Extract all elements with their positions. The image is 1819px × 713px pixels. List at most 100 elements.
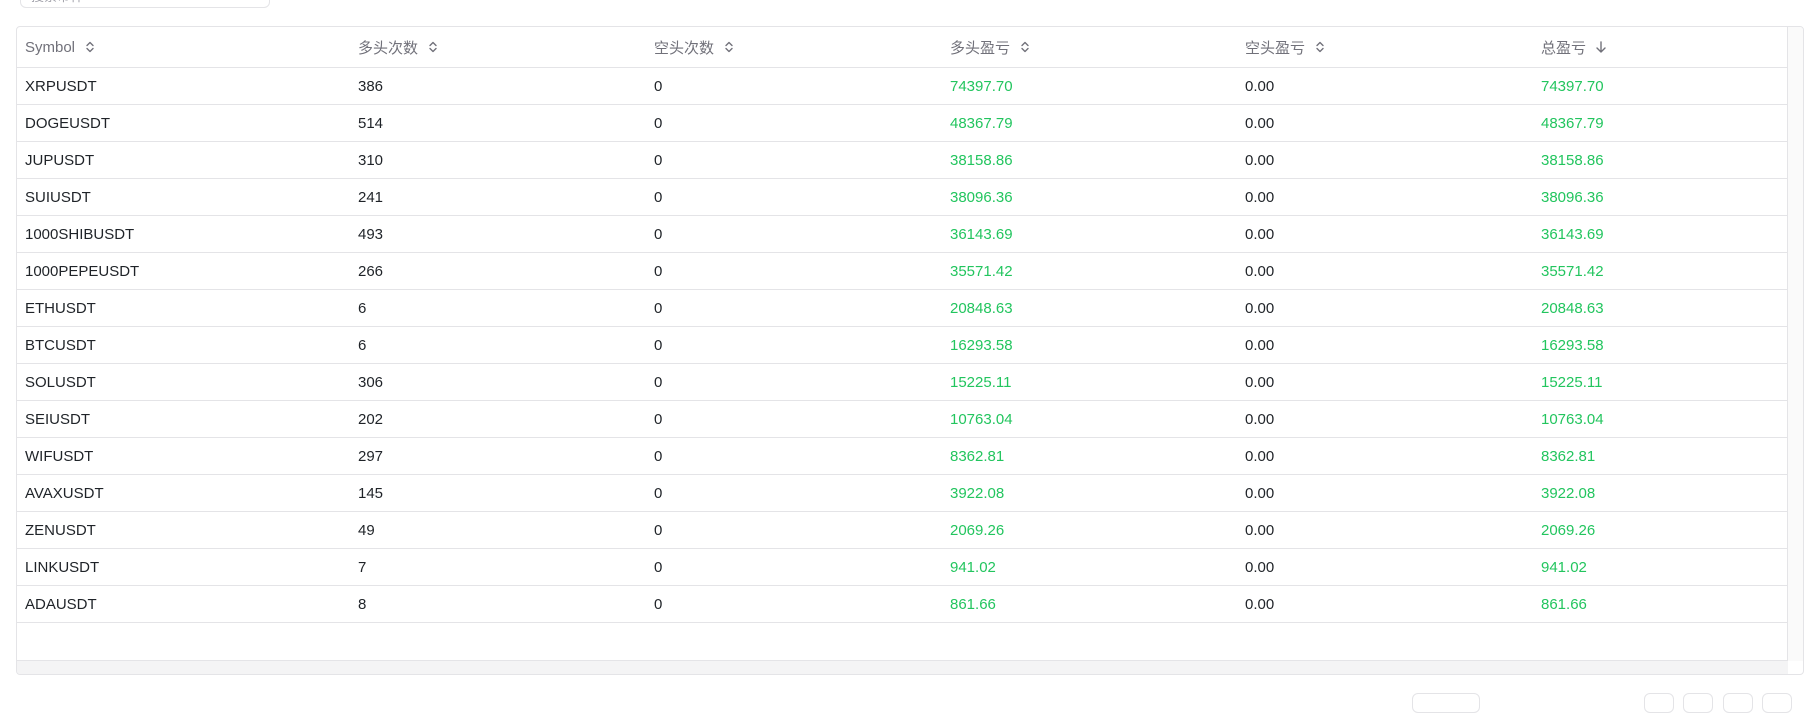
column-header-content[interactable]: 多头盈亏 [950, 37, 1032, 58]
long-count-cell: 202 [350, 400, 646, 438]
short-count-cell: 0 [646, 326, 942, 364]
sort-unsorted-icon[interactable] [722, 40, 736, 54]
column-header-long-pnl[interactable]: 多头盈亏 [942, 27, 1237, 68]
total-pnl-cell: 10763.04 [1533, 400, 1787, 438]
sort-unsorted-icon[interactable] [1018, 40, 1032, 54]
total-pnl-cell: 20848.63 [1533, 289, 1787, 327]
short-pnl-cell: 0.00 [1237, 548, 1533, 586]
total-pnl-cell: 48367.79 [1533, 104, 1787, 142]
table-viewport: Symbol 多头次数 空头次数 多头盈亏 空头盈亏 总盈亏 XRPUSDT 386 0 743… [17, 27, 1788, 661]
column-header-symbol[interactable]: Symbol [17, 27, 350, 68]
long-pnl-cell: 8362.81 [942, 437, 1237, 475]
total-pnl-cell: 38096.36 [1533, 178, 1787, 216]
sort-unsorted-icon[interactable] [426, 40, 440, 54]
short-pnl-cell: 0.00 [1237, 437, 1533, 475]
column-header-label: 空头盈亏 [1245, 39, 1306, 57]
long-pnl-cell: 36143.69 [942, 215, 1237, 253]
short-pnl-cell: 0.00 [1237, 474, 1533, 512]
long-pnl-cell: 861.66 [942, 585, 1237, 623]
symbol-cell: AVAXUSDT [17, 474, 350, 512]
sort-unsorted-icon[interactable] [1313, 40, 1327, 54]
prev-page-button[interactable] [1683, 693, 1713, 713]
short-pnl-cell: 0.00 [1237, 252, 1533, 290]
column-header-label: 总盈亏 [1541, 39, 1587, 57]
first-page-button[interactable] [1644, 693, 1674, 713]
table-row[interactable]: WIFUSDT 297 0 8362.81 0.00 8362.81 [17, 437, 1787, 475]
symbol-cell: BTCUSDT [17, 326, 350, 364]
symbol-cell: 1000PEPEUSDT [17, 252, 350, 290]
long-count-cell: 6 [350, 326, 646, 364]
short-count-cell: 0 [646, 548, 942, 586]
column-header-content[interactable]: 空头盈亏 [1245, 37, 1327, 58]
horizontal-scrollbar[interactable] [17, 661, 1788, 674]
total-pnl-cell: 3922.08 [1533, 474, 1787, 512]
search-input[interactable]: 搜索币种 [20, 0, 270, 8]
short-pnl-cell: 0.00 [1237, 400, 1533, 438]
table-row[interactable]: ADAUSDT 8 0 861.66 0.00 861.66 [17, 585, 1787, 623]
page-size-select[interactable] [1412, 693, 1480, 713]
total-pnl-cell: 36143.69 [1533, 215, 1787, 253]
symbol-cell: ADAUSDT [17, 585, 350, 623]
long-pnl-cell: 941.02 [942, 548, 1237, 586]
next-page-button[interactable] [1723, 693, 1753, 713]
column-header-short-count[interactable]: 空头次数 [646, 27, 942, 68]
long-pnl-cell: 10763.04 [942, 400, 1237, 438]
table-row[interactable]: SEIUSDT 202 0 10763.04 0.00 10763.04 [17, 400, 1787, 438]
table-row[interactable]: XRPUSDT 386 0 74397.70 0.00 74397.70 [17, 67, 1787, 105]
short-pnl-cell: 0.00 [1237, 511, 1533, 549]
symbol-cell: SOLUSDT [17, 363, 350, 401]
symbol-cell: JUPUSDT [17, 141, 350, 179]
long-count-cell: 266 [350, 252, 646, 290]
column-header-content[interactable]: Symbol [25, 39, 97, 56]
short-count-cell: 0 [646, 400, 942, 438]
table-row[interactable]: ETHUSDT 6 0 20848.63 0.00 20848.63 [17, 289, 1787, 327]
column-header-long-count[interactable]: 多头次数 [350, 27, 646, 68]
short-count-cell: 0 [646, 178, 942, 216]
column-header-content[interactable]: 多头次数 [358, 37, 440, 58]
short-pnl-cell: 0.00 [1237, 215, 1533, 253]
short-count-cell: 0 [646, 511, 942, 549]
symbol-cell: LINKUSDT [17, 548, 350, 586]
short-count-cell: 0 [646, 363, 942, 401]
long-pnl-cell: 74397.70 [942, 67, 1237, 105]
total-pnl-cell: 8362.81 [1533, 437, 1787, 475]
table-row[interactable]: LINKUSDT 7 0 941.02 0.00 941.02 [17, 548, 1787, 586]
long-pnl-cell: 2069.26 [942, 511, 1237, 549]
long-count-cell: 241 [350, 178, 646, 216]
total-pnl-cell: 38158.86 [1533, 141, 1787, 179]
short-count-cell: 0 [646, 474, 942, 512]
last-page-button[interactable] [1762, 693, 1792, 713]
long-pnl-cell: 38096.36 [942, 178, 1237, 216]
table-row[interactable]: DOGEUSDT 514 0 48367.79 0.00 48367.79 [17, 104, 1787, 142]
long-count-cell: 297 [350, 437, 646, 475]
table-row[interactable]: 1000SHIBUSDT 493 0 36143.69 0.00 36143.69 [17, 215, 1787, 253]
column-header-short-pnl[interactable]: 空头盈亏 [1237, 27, 1533, 68]
column-header-label: Symbol [25, 38, 76, 56]
long-pnl-cell: 15225.11 [942, 363, 1237, 401]
short-count-cell: 0 [646, 104, 942, 142]
sort-descending-icon[interactable] [1594, 40, 1608, 54]
table-body: XRPUSDT 386 0 74397.70 0.00 74397.70 DOGEUSDT 5… [17, 67, 1787, 623]
table-row[interactable]: ZENUSDT 49 0 2069.26 0.00 2069.26 [17, 511, 1787, 549]
sort-unsorted-icon[interactable] [83, 40, 97, 54]
long-pnl-cell: 48367.79 [942, 104, 1237, 142]
column-header-content[interactable]: 空头次数 [654, 37, 736, 58]
table-row[interactable]: SOLUSDT 306 0 15225.11 0.00 15225.11 [17, 363, 1787, 401]
long-count-cell: 145 [350, 474, 646, 512]
total-pnl-cell: 16293.58 [1533, 326, 1787, 364]
total-pnl-cell: 15225.11 [1533, 363, 1787, 401]
column-header-total-pnl[interactable]: 总盈亏 [1533, 27, 1787, 68]
table-row[interactable]: AVAXUSDT 145 0 3922.08 0.00 3922.08 [17, 474, 1787, 512]
table-row[interactable]: BTCUSDT 6 0 16293.58 0.00 16293.58 [17, 326, 1787, 364]
column-header-content[interactable]: 总盈亏 [1541, 37, 1608, 58]
table-row[interactable]: JUPUSDT 310 0 38158.86 0.00 38158.86 [17, 141, 1787, 179]
symbol-cell: SUIUSDT [17, 178, 350, 216]
column-header-label: 多头次数 [358, 39, 419, 57]
table-header-row: Symbol 多头次数 空头次数 多头盈亏 空头盈亏 总盈亏 [17, 27, 1787, 68]
long-count-cell: 8 [350, 585, 646, 623]
vertical-scrollbar[interactable] [1788, 27, 1803, 661]
short-pnl-cell: 0.00 [1237, 326, 1533, 364]
table-row[interactable]: SUIUSDT 241 0 38096.36 0.00 38096.36 [17, 178, 1787, 216]
short-pnl-cell: 0.00 [1237, 178, 1533, 216]
table-row[interactable]: 1000PEPEUSDT 266 0 35571.42 0.00 35571.42 [17, 252, 1787, 290]
